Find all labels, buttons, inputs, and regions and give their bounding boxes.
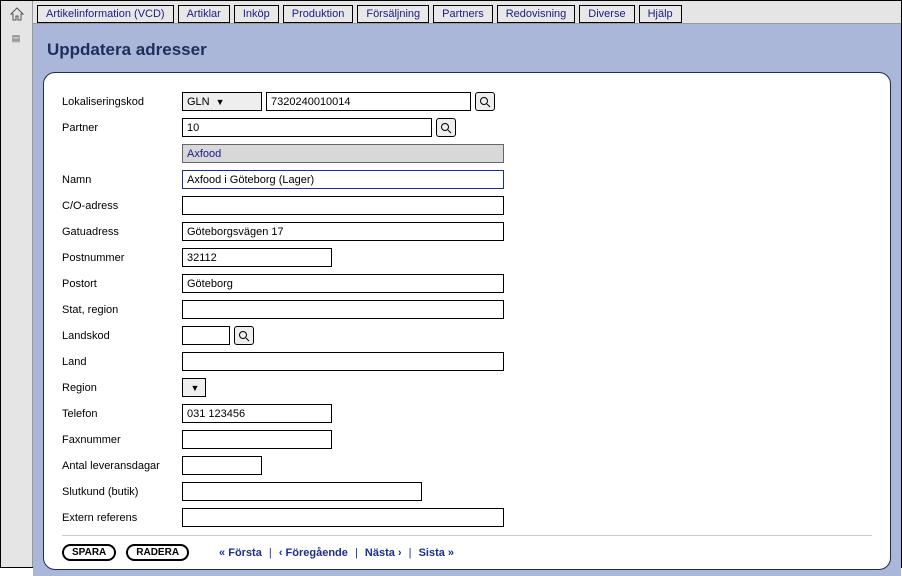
form-footer: SPARA RADERA « Första | ‹ Föregående | N… [62, 535, 872, 561]
search-icon [238, 330, 250, 342]
label-region: Region [62, 382, 182, 394]
input-postnummer[interactable] [182, 248, 332, 267]
lookup-landskod[interactable] [234, 326, 254, 345]
page-title: Uppdatera adresser [47, 40, 891, 60]
menu-produktion[interactable]: Produktion [283, 5, 354, 23]
delete-button[interactable]: RADERA [126, 544, 189, 561]
display-partner-name: Axfood [182, 144, 504, 163]
record-nav: « Första | ‹ Föregående | Nästa › | Sist… [219, 547, 454, 559]
lookup-lokaliseringskod[interactable] [475, 92, 495, 111]
top-menu: Artikelinformation (VCD) Artiklar Inköp … [33, 1, 901, 24]
label-co-adress: C/O-adress [62, 200, 182, 212]
input-partner[interactable] [182, 118, 432, 137]
menu-artikelinformation[interactable]: Artikelinformation (VCD) [37, 5, 174, 23]
label-gatuadress: Gatuadress [62, 226, 182, 238]
menu-artiklar[interactable]: Artiklar [178, 5, 230, 23]
menu-redovisning[interactable]: Redovisning [497, 5, 576, 23]
home-icon[interactable] [8, 5, 26, 23]
input-faxnummer[interactable] [182, 430, 332, 449]
label-telefon: Telefon [62, 408, 182, 420]
save-button[interactable]: SPARA [62, 544, 116, 561]
input-postort[interactable] [182, 274, 504, 293]
label-faxnummer: Faxnummer [62, 434, 182, 446]
input-namn[interactable] [182, 170, 504, 189]
label-antal-leveransdagar: Antal leveransdagar [62, 460, 182, 472]
menu-icon[interactable]: ▤ [8, 29, 26, 47]
label-land: Land [62, 356, 182, 368]
label-slutkund: Slutkund (butik) [62, 486, 182, 498]
input-extern-referens[interactable] [182, 508, 504, 527]
input-slutkund[interactable] [182, 482, 422, 501]
search-icon [479, 96, 491, 108]
nav-prev[interactable]: ‹ Föregående [279, 547, 348, 559]
lookup-partner[interactable] [436, 118, 456, 137]
input-land[interactable] [182, 352, 504, 371]
nav-last[interactable]: Sista » [419, 547, 454, 559]
label-landskod: Landskod [62, 330, 182, 342]
form-panel: Lokaliseringskod GLN ▼ [43, 72, 891, 570]
search-icon [440, 122, 452, 134]
menu-inkop[interactable]: Inköp [234, 5, 279, 23]
label-lokaliseringskod: Lokaliseringskod [62, 96, 182, 108]
label-postnummer: Postnummer [62, 252, 182, 264]
input-co-adress[interactable] [182, 196, 504, 215]
select-region[interactable]: ▼ [182, 378, 206, 397]
nav-next[interactable]: Nästa › [365, 547, 402, 559]
chevron-down-icon: ▼ [216, 97, 225, 107]
chevron-down-icon: ▼ [191, 383, 200, 393]
left-sidebar: ▤ [1, 1, 33, 567]
menu-partners[interactable]: Partners [433, 5, 493, 23]
input-stat-region[interactable] [182, 300, 504, 319]
label-postort: Postort [62, 278, 182, 290]
menu-forsaljning[interactable]: Försäljning [357, 5, 429, 23]
menu-hjalp[interactable]: Hjälp [639, 5, 682, 23]
input-antal-leveransdagar[interactable] [182, 456, 262, 475]
nav-first[interactable]: « Första [219, 547, 262, 559]
menu-diverse[interactable]: Diverse [579, 5, 634, 23]
label-partner: Partner [62, 122, 182, 134]
select-lokaliseringskod[interactable]: GLN ▼ [182, 92, 262, 111]
input-gatuadress[interactable] [182, 222, 504, 241]
input-telefon[interactable] [182, 404, 332, 423]
label-namn: Namn [62, 174, 182, 186]
input-lokaliseringskod[interactable] [266, 92, 471, 111]
input-landskod[interactable] [182, 326, 230, 345]
label-extern-referens: Extern referens [62, 512, 182, 524]
label-stat-region: Stat, region [62, 304, 182, 316]
